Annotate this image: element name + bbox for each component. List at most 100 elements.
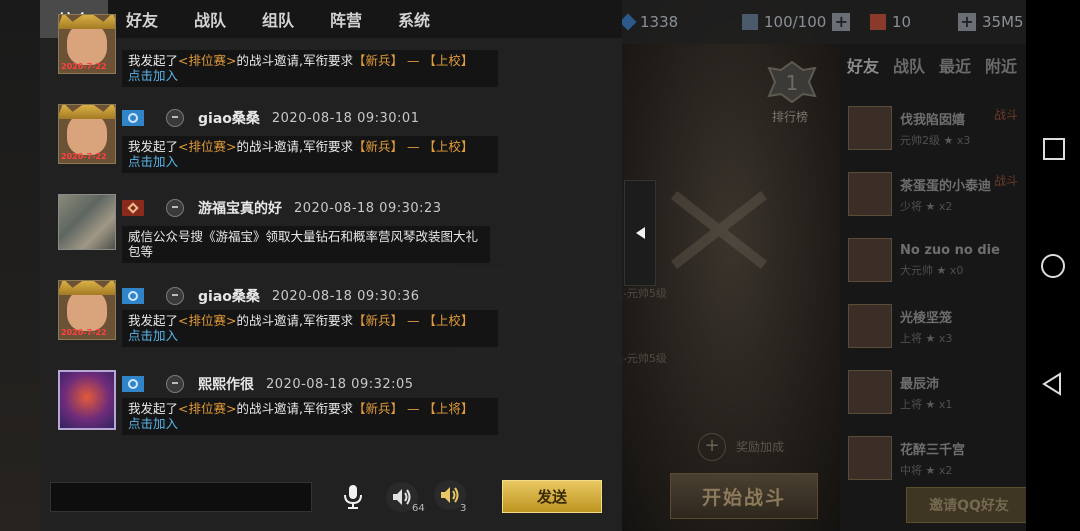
friends-tab-recent[interactable]: 最近	[932, 53, 978, 77]
player-name[interactable]: 熙熙作很	[198, 374, 254, 394]
leaderboard-emblem-icon[interactable]: 1	[763, 58, 821, 106]
message-meta: 熙熙作很 2020-08-18 09:32:05	[122, 374, 414, 394]
chat-message: 游福宝真的好 2020-08-18 09:30:23 威信公众号搜《游福宝》领取…	[58, 194, 558, 270]
friend-row[interactable]: 光棱坚笼 上将 ★ x3	[848, 298, 1024, 354]
recent-apps-icon[interactable]	[1043, 138, 1065, 160]
friend-stars: x0	[949, 263, 964, 277]
tickets-resource: 10	[870, 10, 911, 34]
tab-friends[interactable]: 好友	[108, 0, 176, 38]
add-stamina-button[interactable]: +	[832, 13, 851, 31]
military-rank-icon	[166, 199, 184, 217]
reward-bonus-plus-icon[interactable]: +	[698, 433, 726, 461]
friend-row[interactable]: 花醉三千宫 中将 ★ x2	[848, 430, 1024, 486]
faction-flag-icon	[122, 376, 144, 392]
collapse-chat-button[interactable]	[624, 180, 656, 286]
avatar-date-stamp: 2020-7-22	[61, 328, 107, 337]
friends-tabs: 好友 战队 最近 附近	[840, 44, 1026, 86]
player-name[interactable]: 游福宝真的好	[198, 198, 282, 218]
player-name[interactable]: giao桑桑	[198, 286, 260, 306]
ticket-icon	[870, 14, 886, 30]
chat-message: 2020-7-22 我发起了<排位赛>的战斗邀请,军衔要求【新兵】 — 【上校】…	[58, 14, 558, 87]
leaderboard-label: 排行榜	[772, 110, 809, 124]
military-rank-icon	[166, 287, 184, 305]
friend-stars: x1	[938, 397, 953, 411]
join-battle-link[interactable]: 点击加入	[128, 68, 178, 83]
friend-row[interactable]: No zuo no die 大元帅 ★ x0	[848, 232, 1024, 288]
star-icon: ★	[925, 331, 936, 345]
friend-name: 茶蛋蛋的小泰迪	[900, 178, 992, 194]
friend-rank: 大元帅	[900, 263, 933, 277]
avatar-date-stamp: 2020-7-22	[61, 152, 107, 161]
game-screen: 116 1338 100/100 + 10 + 35M5 1 排行榜 匹配中-5…	[0, 0, 1080, 531]
friend-row[interactable]: 伐我陷囡嬉 元帅2级 ★ x3 战斗	[848, 100, 1024, 156]
microphone-icon[interactable]	[342, 484, 364, 510]
chat-message: 熙熙作很 2020-08-18 09:32:05 我发起了<排位赛>的战斗邀请,…	[58, 370, 558, 446]
friend-row[interactable]: 最辰沛 上将 ★ x1	[848, 364, 1024, 420]
friend-row[interactable]: 茶蛋蛋的小泰迪 少将 ★ x2 战斗	[848, 166, 1024, 222]
chat-panel: 综合 好友 战队 组队 阵营 系统 2020-7-22 我发起了<排位赛>的战斗…	[40, 0, 622, 531]
speaker-icon	[441, 487, 459, 503]
back-icon[interactable]	[1041, 372, 1063, 396]
player-avatar[interactable]: 2020-7-22	[58, 104, 116, 164]
message-bubble: 我发起了<排位赛>的战斗邀请,军衔要求【新兵】 — 【上校】 点击加入	[122, 50, 498, 87]
friend-name: 伐我陷囡嬉	[900, 112, 966, 128]
military-rank-icon	[166, 109, 184, 127]
faction-flag-icon	[122, 288, 144, 304]
friends-tab-team[interactable]: 战队	[886, 53, 932, 77]
speaker-2-count: 3	[460, 503, 467, 514]
friend-rank: 中将	[900, 463, 922, 477]
timer-value: 35M5	[982, 13, 1024, 31]
star-icon: ★	[925, 463, 936, 477]
friend-avatar	[848, 106, 892, 150]
tab-party[interactable]: 组队	[244, 0, 312, 38]
friend-name: No zuo no die	[900, 242, 1000, 258]
home-icon[interactable]	[1041, 254, 1065, 278]
friend-avatar	[848, 238, 892, 282]
friend-stars: x2	[938, 463, 953, 477]
chat-message: 2020-7-22 giao桑桑 2020-08-18 09:30:01 我发起…	[58, 104, 558, 180]
invite-qq-friends-button[interactable]: 邀请QQ好友	[906, 487, 1032, 523]
join-battle-link[interactable]: 点击加入	[128, 328, 178, 343]
stamina-resource: 100/100 +	[742, 10, 851, 34]
friends-tab-friends[interactable]: 好友	[840, 53, 886, 77]
message-bubble: 我发起了<排位赛>的战斗邀请,军衔要求【新兵】 — 【上校】 点击加入	[122, 310, 498, 347]
tab-faction[interactable]: 阵营	[312, 0, 380, 38]
player-avatar[interactable]: 2020-7-22	[58, 14, 116, 74]
friend-stars: x2	[938, 199, 953, 213]
stamina-value: 100/100	[764, 13, 827, 31]
friend-rank: 元帅2级	[900, 133, 940, 147]
tickets-value: 10	[892, 13, 912, 31]
stamina-icon	[742, 14, 758, 30]
friend-avatar	[848, 436, 892, 480]
chat-tabs: 综合 好友 战队 组队 阵营 系统	[40, 0, 622, 38]
tab-system[interactable]: 系统	[380, 0, 448, 38]
star-icon: ★	[936, 263, 947, 277]
friends-tab-nearby[interactable]: 附近	[978, 53, 1024, 77]
player-avatar[interactable]	[58, 194, 116, 250]
message-bubble: 我发起了<排位赛>的战斗邀请,军衔要求【新兵】 — 【上校】 点击加入	[122, 136, 498, 173]
gems-resource: 1338	[619, 10, 678, 34]
crossed-swords-icon	[670, 191, 768, 269]
message-meta: 游福宝真的好 2020-08-18 09:30:23	[122, 198, 442, 218]
join-battle-link[interactable]: 点击加入	[128, 416, 178, 431]
friend-avatar	[848, 304, 892, 348]
military-rank-icon	[166, 375, 184, 393]
player-avatar[interactable]: 2020-7-22	[58, 280, 116, 340]
player-name[interactable]: giao桑桑	[198, 108, 260, 128]
add-tickets-button[interactable]: +	[958, 13, 976, 31]
gem-icon	[619, 13, 637, 31]
join-battle-link[interactable]: 点击加入	[128, 154, 178, 169]
message-bubble: 威信公众号搜《游福宝》领取大量钻石和概率营风琴改装图大礼包等	[122, 226, 490, 263]
chat-input[interactable]	[50, 482, 312, 512]
start-battle-button[interactable]: 开始战斗	[670, 473, 818, 519]
message-time: 2020-08-18 09:30:01	[271, 110, 420, 126]
send-button[interactable]: 发送	[502, 480, 602, 513]
svg-text:1: 1	[786, 71, 799, 95]
friend-rank: 少将	[900, 199, 922, 213]
player-avatar[interactable]	[58, 370, 116, 430]
star-icon: ★	[925, 397, 936, 411]
chat-message: 2020-7-22 giao桑桑 2020-08-18 09:30:36 我发起…	[58, 280, 558, 356]
friend-rank: 上将	[900, 397, 922, 411]
message-time: 2020-08-18 09:30:36	[271, 288, 420, 304]
tab-team[interactable]: 战队	[176, 0, 244, 38]
